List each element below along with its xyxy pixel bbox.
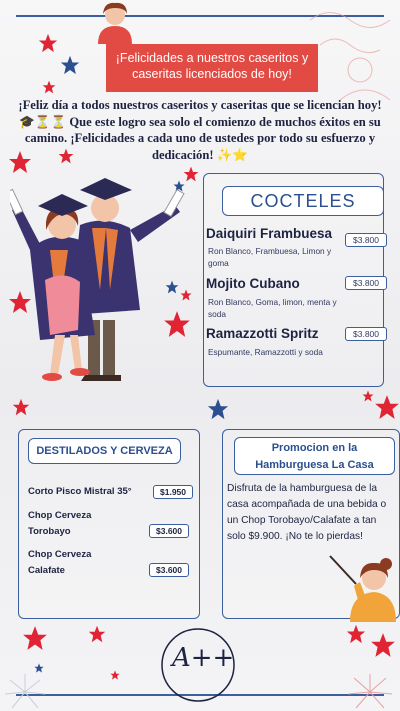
grade-badge-text: A++: [172, 643, 235, 673]
congrats-banner: ¡Felicidades a nuestros caseritos y case…: [106, 44, 318, 92]
firework-decoration: [347, 674, 393, 709]
menu-item-name: Chop Cerveza Torobayo: [28, 510, 92, 537]
star-icon: [375, 395, 399, 419]
menu-item-price: $3.600: [149, 563, 189, 577]
promo-text: Disfruta de la hamburguesa de la casa ac…: [227, 483, 387, 542]
star-icon: [12, 398, 30, 416]
graduates-illustration: [10, 178, 185, 381]
menu-item-price: $3.600: [149, 524, 189, 538]
promo-title: Promocion en la Hamburguesa La Casa: [234, 437, 395, 475]
star-icon: [371, 633, 395, 657]
star-icon: [58, 148, 74, 164]
drink-description: Espumante, Ramazzotti y soda: [208, 347, 323, 357]
star-icon: [207, 398, 229, 420]
star-icon: [23, 626, 47, 650]
star-icon: [38, 33, 58, 53]
drink-price: $3.800: [345, 327, 387, 341]
teacher-pointing-illustration: [329, 555, 396, 622]
drink-price: $3.800: [345, 233, 387, 247]
star-icon: [88, 625, 106, 643]
star-icon: [362, 390, 374, 402]
star-icon: [110, 670, 120, 680]
star-icon: [42, 80, 56, 94]
firework-decoration: [4, 674, 46, 709]
drink-name: Ramazzotti Spritz: [206, 326, 319, 341]
menu-item-price: $1.950: [153, 485, 193, 499]
drink-name: Daiquiri Frambuesa: [206, 226, 333, 241]
menu-item-name: Corto Pisco Mistral 35°: [28, 486, 132, 497]
drink-name: Mojito Cubano: [206, 276, 300, 291]
drink-price: $3.800: [345, 276, 387, 290]
drink-description: Ron Blanco, Goma, limon, menta y soda: [208, 297, 337, 319]
destilados-title: DESTILADOS Y CERVEZA: [28, 438, 181, 464]
drink-description: Ron Blanco, Frambuesa, Limon y goma: [208, 246, 332, 268]
menu-item-name: Chop Cerveza Calafate: [28, 549, 92, 576]
cocteles-title: COCTELES: [222, 186, 384, 216]
star-icon: [346, 624, 366, 644]
star-icon: [60, 55, 80, 75]
teacher-avatar-top: [98, 2, 132, 44]
